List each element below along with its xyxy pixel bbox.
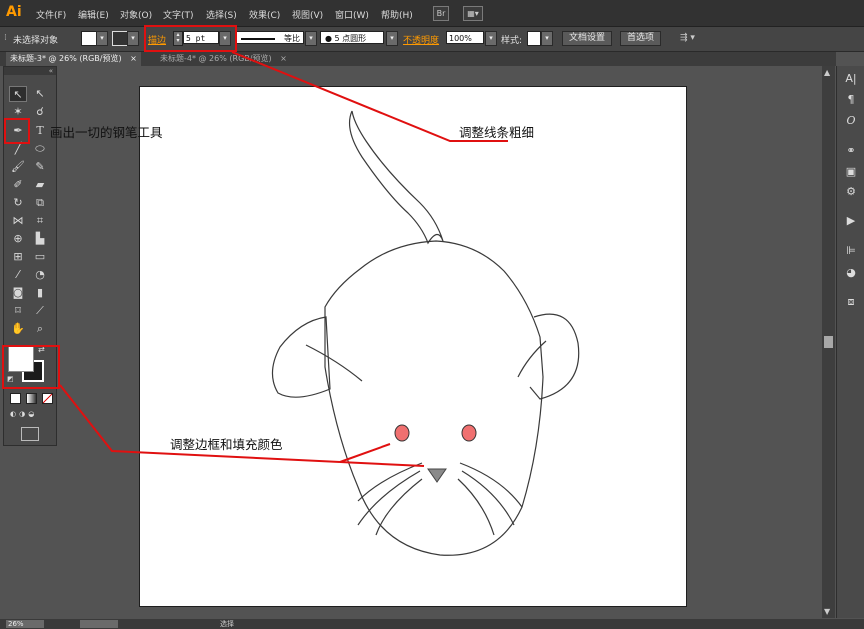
annotation-lines bbox=[59, 51, 508, 467]
color-pointer-branch bbox=[339, 443, 391, 463]
pen-tool-annotation: 画出一切的钢笔工具 bbox=[50, 125, 163, 140]
color-pointer-to-nose bbox=[339, 461, 425, 467]
colors-annotation: 调整边框和填充颜色 bbox=[170, 437, 283, 452]
stroke-weight-annotation: 调整线条粗细 bbox=[459, 125, 535, 140]
